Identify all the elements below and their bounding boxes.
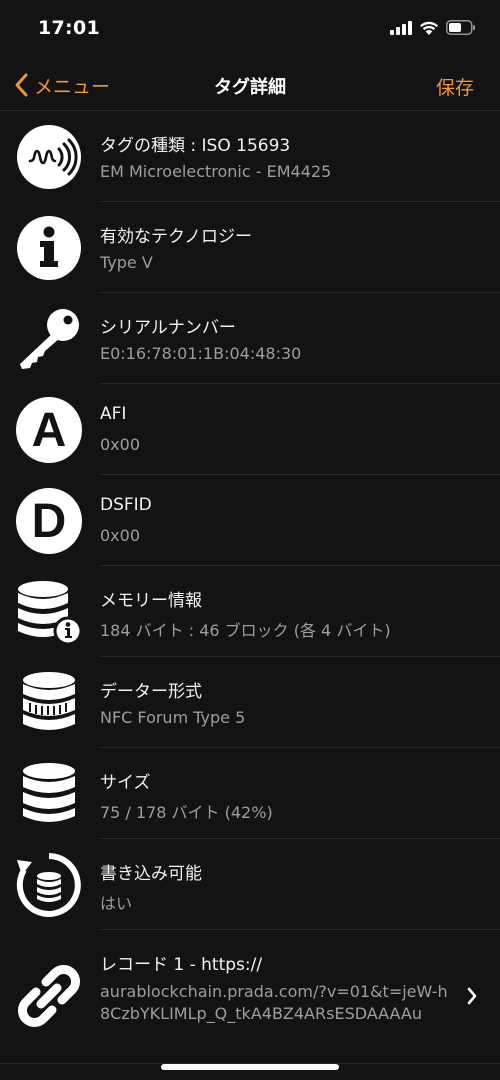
row-value: Type V bbox=[100, 253, 153, 272]
cellular-signal-icon bbox=[390, 20, 412, 35]
database-format-icon bbox=[16, 670, 82, 736]
nfc-signal-icon bbox=[16, 124, 82, 190]
row-title: DSFID bbox=[100, 495, 152, 515]
serial-number-row: シリアルナンバー E0:16:78:01:1B:04:48:30 bbox=[0, 293, 500, 384]
database-icon bbox=[16, 761, 82, 827]
link-icon bbox=[16, 963, 82, 1029]
letter-d-icon: D bbox=[16, 488, 82, 554]
page-title: タグ詳細 bbox=[214, 77, 286, 98]
row-value: 0x00 bbox=[100, 435, 141, 454]
row-title: AFI bbox=[100, 404, 127, 424]
tag-detail-list: タグの種類 : ISO 15693 EM Microelectronic - E… bbox=[0, 111, 500, 1064]
technology-row: 有効なテクノロジー Type V bbox=[0, 202, 500, 293]
row-value: 0x00 bbox=[100, 526, 141, 545]
record-url: aurablockchain.prada.com/?v=01&t=jeW-h8C… bbox=[100, 982, 448, 1023]
navigation-bar: メニュー タグ詳細 保存 bbox=[0, 60, 500, 111]
tag-type-row: タグの種類 : ISO 15693 EM Microelectronic - E… bbox=[0, 111, 500, 202]
row-title: シリアルナンバー bbox=[100, 318, 236, 338]
row-title: メモリー情報 bbox=[100, 591, 202, 611]
row-title: 有効なテクノロジー bbox=[100, 227, 252, 247]
row-value: E0:16:78:01:1B:04:48:30 bbox=[100, 344, 302, 363]
row-value: 75 / 178 バイト (42%) bbox=[100, 803, 273, 822]
database-info-icon bbox=[16, 579, 83, 646]
key-icon bbox=[16, 306, 82, 372]
data-format-row: データー形式 NFC Forum Type 5 bbox=[0, 657, 500, 748]
row-value: 184 バイト : 46 ブロック (各 4 バイト) bbox=[100, 621, 391, 640]
save-button[interactable]: 保存 bbox=[436, 73, 474, 100]
memory-info-row: メモリー情報 184 バイト : 46 ブロック (各 4 バイト) bbox=[0, 566, 500, 657]
row-title: 書き込み可能 bbox=[100, 864, 202, 884]
battery-icon bbox=[446, 20, 475, 35]
home-indicator[interactable] bbox=[161, 1064, 339, 1070]
status-icons bbox=[390, 20, 476, 35]
row-value: はい bbox=[100, 894, 133, 913]
afi-row: A AFI 0x00 bbox=[0, 384, 500, 475]
status-time: 17:01 bbox=[38, 17, 100, 39]
wifi-icon bbox=[420, 21, 438, 35]
row-title: レコード 1 - https:// bbox=[100, 955, 263, 975]
tag-detail-screen: 17:01 メニュー タグ詳細 保存 タグの種類: ISO 15693 EM … bbox=[0, 0, 500, 1080]
chevron-right-icon bbox=[467, 987, 477, 1005]
size-row: サイズ 75 / 178 バイト (42%) bbox=[0, 748, 500, 839]
status-bar: 17:01 bbox=[0, 0, 500, 60]
info-icon bbox=[16, 215, 82, 281]
letter-a-icon: A bbox=[16, 397, 82, 463]
record-row[interactable]: レコード 1 - https:// aurablockchain.prada.c… bbox=[0, 930, 500, 1064]
row-value: NFC Forum Type 5 bbox=[100, 708, 246, 727]
writable-row: 書き込み可能 はい bbox=[0, 839, 500, 930]
row-title: データー形式 bbox=[100, 682, 202, 702]
database-refresh-icon bbox=[16, 852, 82, 918]
row-value: EM Microelectronic - EM4425 bbox=[100, 162, 332, 181]
row-title: タグの種類 : ISO 15693 bbox=[100, 136, 291, 156]
dsfid-row: D DSFID 0x00 bbox=[0, 475, 500, 566]
row-title: サイズ bbox=[100, 773, 151, 793]
